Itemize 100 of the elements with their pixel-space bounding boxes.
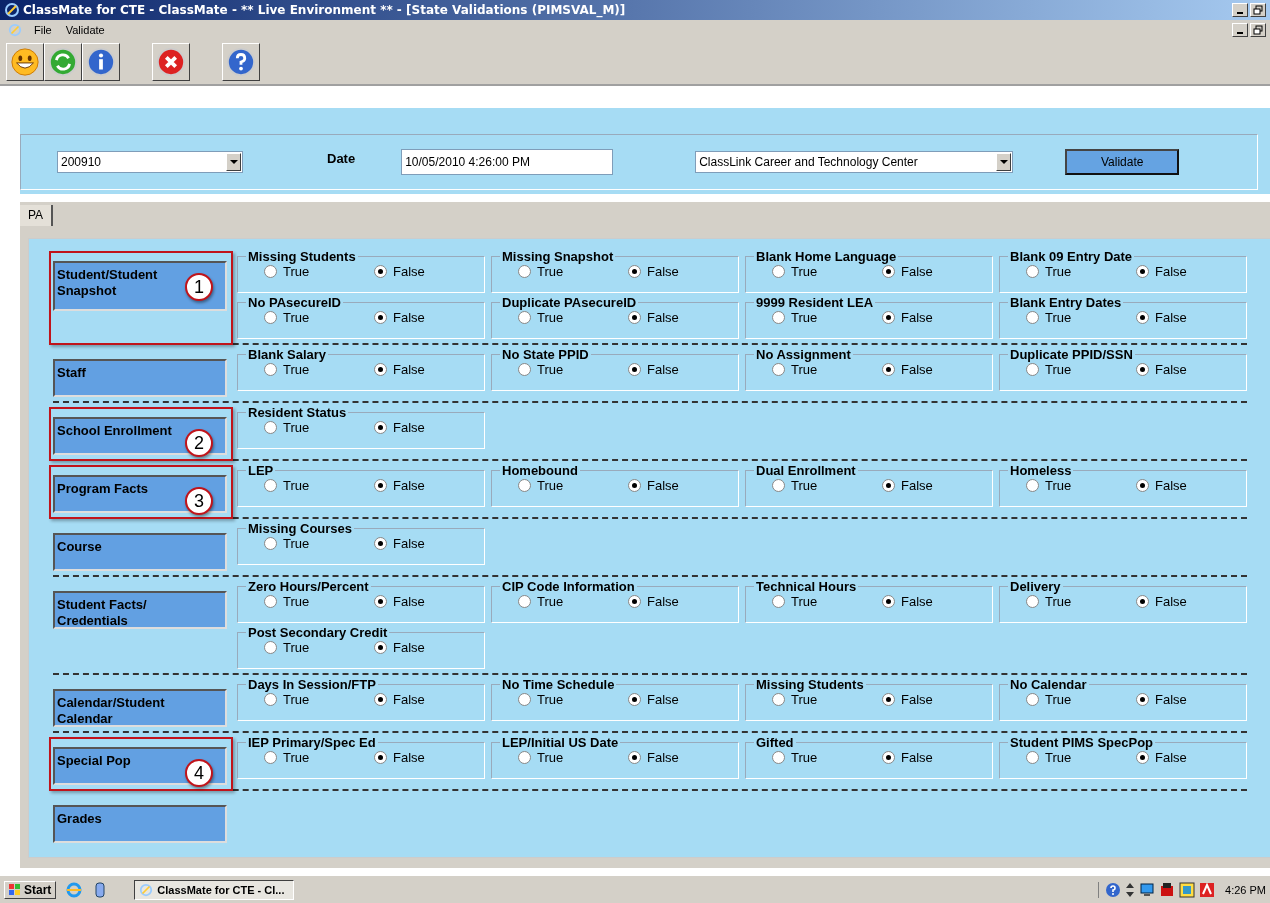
taskbar-button[interactable]: ClassMate for CTE - Cl... — [134, 879, 295, 900]
radio-label: False — [1155, 478, 1187, 493]
radio-button[interactable] — [882, 693, 895, 706]
radio-button[interactable] — [1026, 311, 1039, 324]
radio-button[interactable] — [1026, 595, 1039, 608]
info-button[interactable] — [82, 43, 120, 81]
radio-label: False — [647, 750, 679, 765]
radio-button[interactable] — [628, 751, 641, 764]
restore-button[interactable] — [1250, 3, 1266, 17]
group-title: Post Secondary Credit — [247, 625, 389, 640]
radio-button[interactable] — [264, 641, 277, 654]
group-title: Technical Hours — [755, 579, 858, 594]
radio-button[interactable] — [882, 595, 895, 608]
radio-button[interactable] — [882, 751, 895, 764]
radio-button[interactable] — [1026, 265, 1039, 278]
radio-button[interactable] — [1026, 693, 1039, 706]
radio-button[interactable] — [518, 595, 531, 608]
radio-button[interactable] — [518, 693, 531, 706]
radio-button[interactable] — [374, 751, 387, 764]
radio-button[interactable] — [264, 751, 277, 764]
menu-item[interactable]: File — [32, 24, 54, 36]
group-title: IEP Primary/Spec Ed — [247, 735, 377, 750]
radio-button[interactable] — [882, 363, 895, 376]
radio-button[interactable] — [628, 265, 641, 278]
radio-button[interactable] — [518, 311, 531, 324]
minimize-button[interactable] — [1232, 3, 1248, 17]
radio-button[interactable] — [772, 751, 785, 764]
radio-button[interactable] — [374, 537, 387, 550]
help-button[interactable] — [222, 43, 260, 81]
radio-button[interactable] — [628, 693, 641, 706]
radio-button[interactable] — [1026, 751, 1039, 764]
radio-label: True — [791, 750, 818, 765]
radio-button[interactable] — [264, 693, 277, 706]
radio-button[interactable] — [264, 595, 277, 608]
radio-button[interactable] — [374, 641, 387, 654]
group-title: Dual Enrollment — [755, 463, 857, 478]
radio-button[interactable] — [264, 421, 277, 434]
radio-label: True — [1045, 478, 1072, 493]
radio-button[interactable] — [518, 479, 531, 492]
school-dropdown[interactable]: ClassLink Career and Technology Center — [695, 151, 1014, 173]
group-title: LEP — [247, 463, 275, 478]
radio-button[interactable] — [1026, 479, 1039, 492]
radio-button[interactable] — [1136, 693, 1149, 706]
radio-button[interactable] — [374, 595, 387, 608]
radio-label: True — [1045, 594, 1072, 609]
radio-button[interactable] — [628, 595, 641, 608]
radio-button[interactable] — [264, 311, 277, 324]
radio-button[interactable] — [518, 363, 531, 376]
radio-button[interactable] — [1026, 363, 1039, 376]
radio-button[interactable] — [374, 693, 387, 706]
minimize-button[interactable] — [1232, 23, 1248, 37]
radio-button[interactable] — [1136, 363, 1149, 376]
radio-button[interactable] — [772, 265, 785, 278]
close-button[interactable] — [152, 43, 190, 81]
radio-button[interactable] — [374, 363, 387, 376]
radio-button[interactable] — [772, 363, 785, 376]
radio-button[interactable] — [1136, 479, 1149, 492]
radio-button[interactable] — [628, 311, 641, 324]
radio-button[interactable] — [374, 265, 387, 278]
period-dropdown[interactable]: 200910 — [57, 151, 243, 173]
radio-button[interactable] — [264, 363, 277, 376]
radio-button[interactable] — [374, 311, 387, 324]
radio-button[interactable] — [264, 479, 277, 492]
radio-button[interactable] — [374, 479, 387, 492]
radio-button[interactable] — [1136, 265, 1149, 278]
radio-button[interactable] — [772, 595, 785, 608]
radio-label: False — [901, 594, 933, 609]
refresh-button[interactable] — [44, 43, 82, 81]
tray-app-icon[interactable] — [1159, 881, 1176, 898]
validate-button[interactable]: Validate — [1065, 149, 1180, 175]
radio-button[interactable] — [882, 311, 895, 324]
smiley-button[interactable] — [6, 43, 44, 81]
date-field[interactable]: 10/05/2010 4:26:00 PM — [401, 149, 614, 175]
radio-button[interactable] — [518, 751, 531, 764]
radio-button[interactable] — [628, 479, 641, 492]
radio-button[interactable] — [772, 693, 785, 706]
radio-label: False — [393, 692, 425, 707]
menu-item[interactable]: Validate — [63, 24, 107, 36]
radio-button[interactable] — [1136, 751, 1149, 764]
radio-button[interactable] — [772, 479, 785, 492]
help-icon[interactable] — [1105, 881, 1122, 898]
tray-app-icon[interactable] — [1199, 881, 1216, 898]
radio-button[interactable] — [1136, 595, 1149, 608]
radio-button[interactable] — [882, 265, 895, 278]
radio-button[interactable] — [264, 537, 277, 550]
radio-label: False — [901, 264, 933, 279]
radio-button[interactable] — [1136, 311, 1149, 324]
network-icon[interactable] — [1139, 881, 1156, 898]
radio-button[interactable] — [628, 363, 641, 376]
radio-label: False — [393, 264, 425, 279]
radio-button[interactable] — [374, 421, 387, 434]
tab[interactable]: PA — [20, 205, 54, 226]
radio-label: True — [283, 478, 310, 493]
radio-button[interactable] — [772, 311, 785, 324]
radio-button[interactable] — [882, 479, 895, 492]
arrows-icon[interactable] — [1125, 881, 1136, 898]
radio-button[interactable] — [518, 265, 531, 278]
start-button[interactable]: Start — [4, 880, 57, 899]
radio-button[interactable] — [264, 265, 277, 278]
restore-button[interactable] — [1250, 23, 1266, 37]
